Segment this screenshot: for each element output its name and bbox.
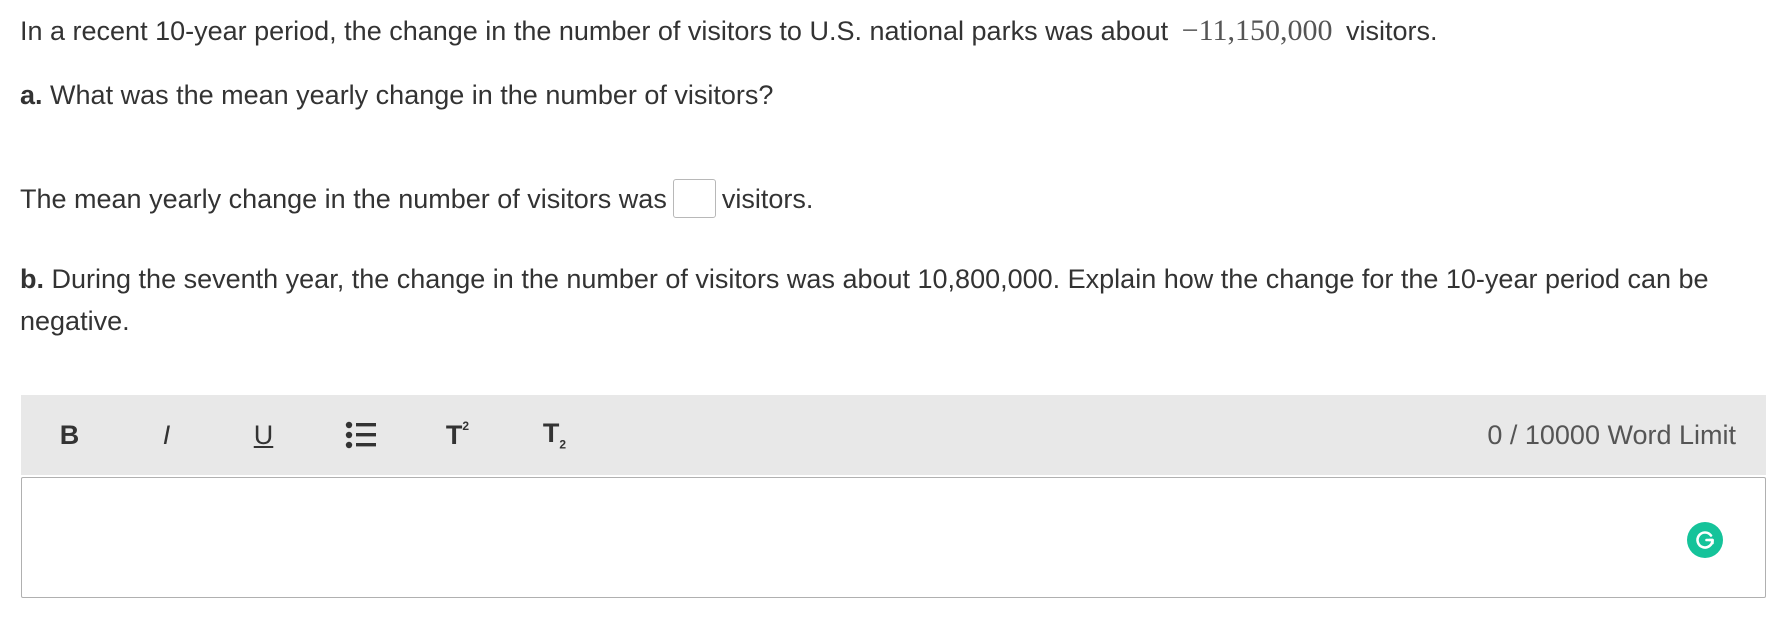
superscript-icon: T2 [445,418,470,450]
italic-button[interactable]: I [118,395,215,475]
subscript-button[interactable]: T2 [506,395,603,475]
part-b-question: b. During the seventh year, the change i… [20,258,1750,342]
underline-button[interactable]: U [215,395,312,475]
grammarly-icon[interactable] [1687,522,1723,558]
superscript-button[interactable]: T2 [409,395,506,475]
part-a-label: a. [20,80,43,110]
intro-text-end: visitors. [1346,16,1438,46]
word-count-label: 0 / 10000 Word Limit [1487,419,1736,450]
answer-suffix-text: visitors. [721,184,814,214]
subscript-icon: T2 [542,418,567,452]
mean-change-answer-input[interactable] [672,179,716,219]
problem-intro: In a recent 10-year period, the change i… [20,10,1438,52]
answer-prefix-text: The mean yearly change in the number of … [20,184,667,214]
bulleted-list-button[interactable] [312,395,409,475]
italic-icon: I [162,419,171,450]
part-a-question: a. What was the mean yearly change in th… [20,74,773,116]
response-text-area[interactable] [21,477,1766,598]
bold-button[interactable]: B [21,395,118,475]
underline-icon: U [253,419,274,450]
response-editor: B I U T2 T2 0 / 10000 Word Limit [21,395,1766,598]
bold-icon: B [59,419,80,450]
editor-toolbar: B I U T2 T2 0 / 10000 Word Limit [21,395,1766,475]
intro-math-value: −11,150,000 [1181,14,1333,47]
part-a-question-text: What was the mean yearly change in the n… [50,80,774,110]
part-a-answer-line: The mean yearly change in the number of … [20,178,813,220]
part-b-question-text: During the seventh year, the change in t… [20,264,1709,336]
bulleted-list-icon [345,421,376,449]
intro-text: In a recent 10-year period, the change i… [20,16,1169,46]
part-b-label: b. [20,264,44,294]
